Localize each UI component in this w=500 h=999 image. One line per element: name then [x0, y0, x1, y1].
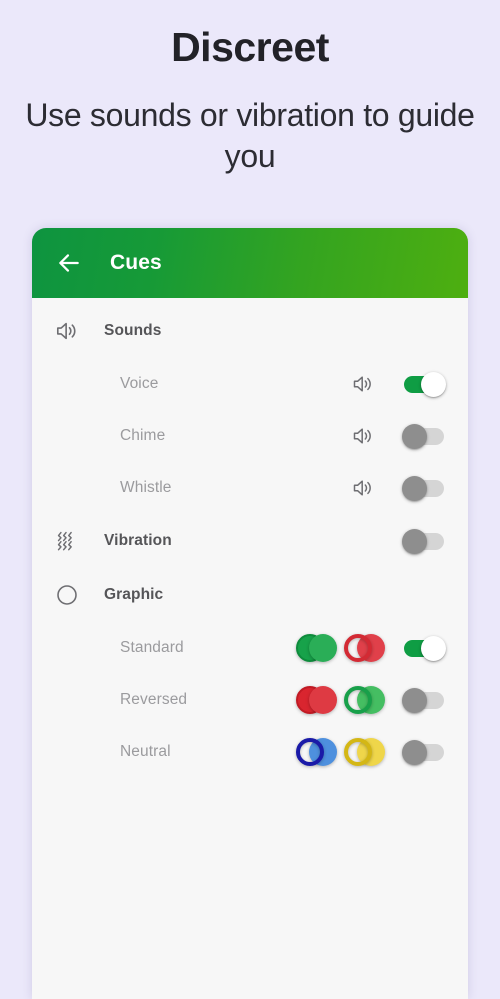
cue-pair-blue	[296, 736, 338, 768]
section-label-graphic: Graphic	[104, 586, 164, 603]
cue-pair-go	[344, 684, 386, 716]
preview-speaker-icon-whistle[interactable]	[346, 476, 380, 500]
toggle-whistle[interactable]	[402, 473, 448, 503]
toggle-chime[interactable]	[402, 421, 448, 451]
section-label-vibration: Vibration	[104, 532, 172, 549]
toggle-thumb	[402, 740, 427, 765]
section-header-sounds[interactable]: Sounds	[32, 304, 468, 358]
app-bar: Cues	[32, 228, 468, 298]
list-item-standard[interactable]: Standard	[32, 622, 468, 674]
list-item-label-voice: Voice	[120, 375, 159, 392]
list-item-voice[interactable]: Voice	[32, 358, 468, 410]
list-item-label-standard: Standard	[120, 639, 184, 656]
app-bar-title: Cues	[110, 251, 162, 274]
preview-speaker-icon-voice[interactable]	[346, 372, 380, 396]
toggle-thumb	[421, 372, 446, 397]
section-label-sounds: Sounds	[104, 322, 162, 339]
circle-outline-icon	[54, 582, 94, 608]
promo-title: Discreet	[171, 24, 329, 70]
cue-pair-stop	[344, 632, 386, 664]
toggle-thumb	[402, 476, 427, 501]
vibration-waves-icon	[54, 528, 94, 554]
toggle-thumb	[402, 529, 427, 554]
arrow-left-icon	[59, 254, 79, 272]
list-item-reversed[interactable]: Reversed	[32, 674, 468, 726]
list-item-neutral[interactable]: Neutral	[32, 726, 468, 778]
list-item-label-chime: Chime	[120, 427, 166, 444]
section-header-vibration[interactable]: Vibration	[32, 514, 468, 568]
speaker-icon	[54, 318, 94, 344]
cue-disc-right	[309, 686, 337, 714]
list-item-chime[interactable]: Chime	[32, 410, 468, 462]
list-item-label-neutral: Neutral	[120, 743, 171, 760]
promo-header: Discreet Use sounds or vibration to guid…	[0, 0, 500, 177]
toggle-thumb	[421, 636, 446, 661]
phone-screenshot-card: Cues Sounds Voice Chime Whistle Vibratio…	[32, 228, 468, 999]
cue-preview-standard[interactable]	[290, 632, 386, 664]
toggle-vibration[interactable]	[402, 526, 448, 556]
preview-speaker-icon-chime[interactable]	[346, 424, 380, 448]
toggle-voice[interactable]	[402, 369, 448, 399]
cue-preview-reversed[interactable]	[290, 684, 386, 716]
settings-list: Sounds Voice Chime Whistle Vibration Gra…	[32, 298, 468, 778]
list-item-label-reversed: Reversed	[120, 691, 188, 708]
cue-pair-yellow	[344, 736, 386, 768]
cue-preview-neutral[interactable]	[290, 736, 386, 768]
cue-pair-stop	[296, 684, 338, 716]
toggle-standard[interactable]	[402, 633, 448, 663]
toggle-reversed[interactable]	[402, 685, 448, 715]
toggle-neutral[interactable]	[402, 737, 448, 767]
cue-disc-left	[344, 686, 372, 714]
back-button[interactable]	[52, 246, 86, 280]
list-item-whistle[interactable]: Whistle	[32, 462, 468, 514]
section-header-graphic[interactable]: Graphic	[32, 568, 468, 622]
toggle-thumb	[402, 424, 427, 449]
cue-disc-right	[309, 634, 337, 662]
cue-disc-left	[344, 634, 372, 662]
cue-disc-left	[344, 738, 372, 766]
cue-pair-go	[296, 632, 338, 664]
promo-subtitle: Use sounds or vibration to guide you	[25, 97, 475, 175]
toggle-thumb	[402, 688, 427, 713]
list-item-label-whistle: Whistle	[120, 479, 172, 496]
cue-disc-left	[296, 738, 324, 766]
